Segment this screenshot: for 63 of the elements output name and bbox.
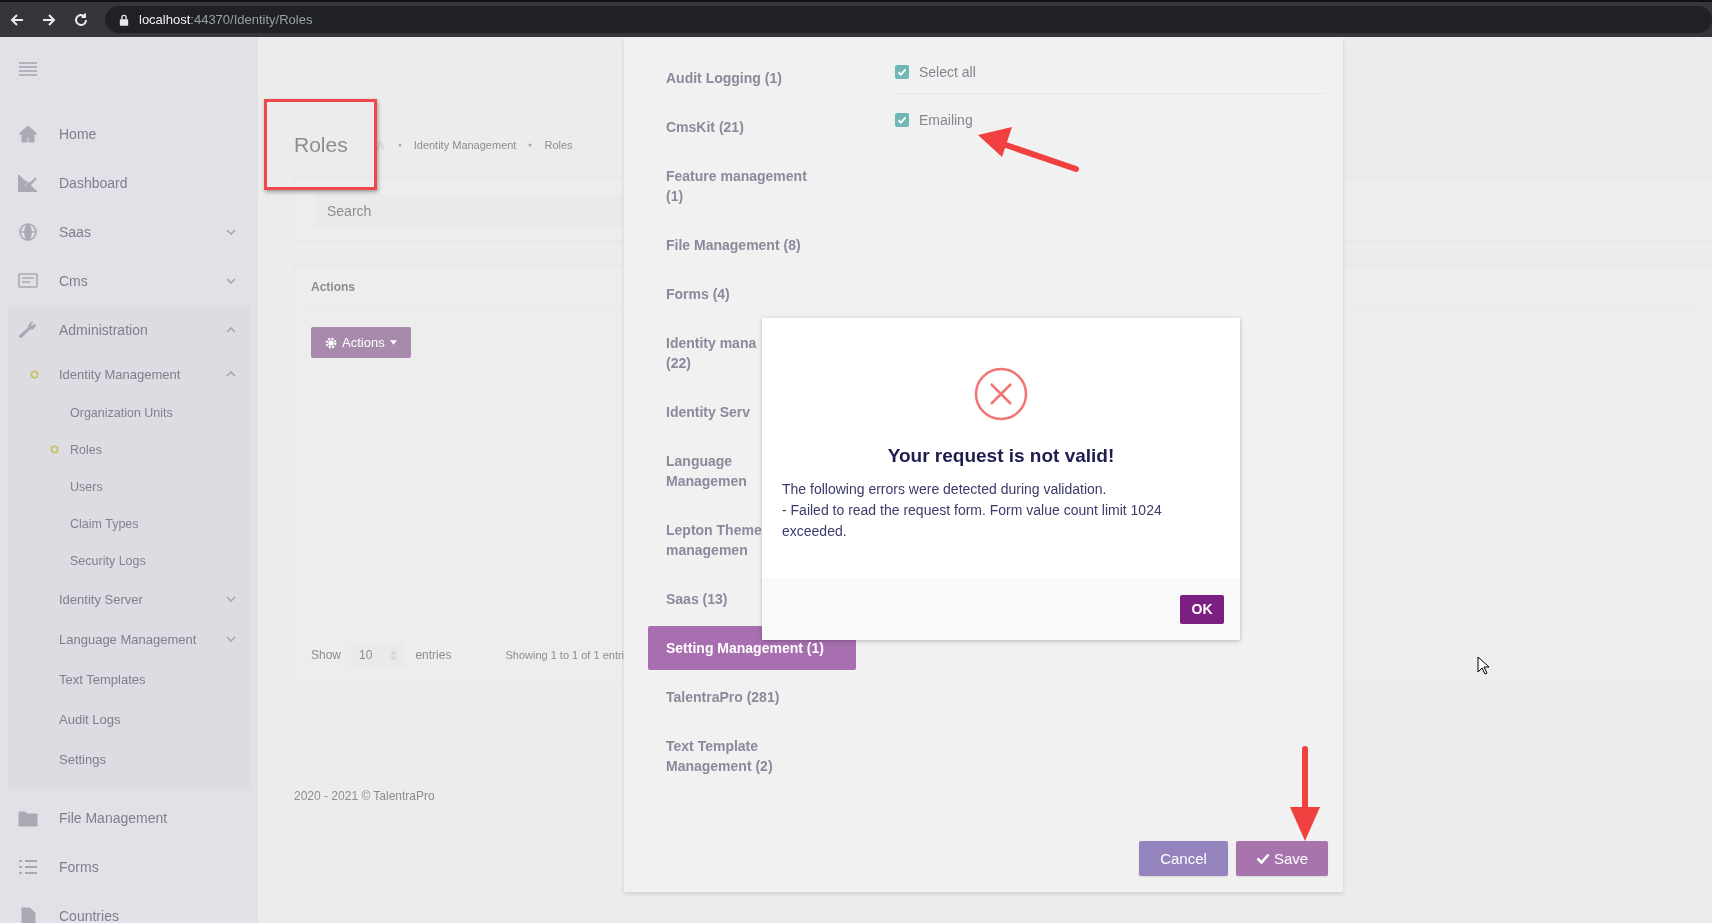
wrench-icon xyxy=(18,320,38,339)
sidebar-item[interactable]: File Management xyxy=(8,793,250,842)
permission-group-tab[interactable]: CmsKit (21) xyxy=(648,105,856,149)
permission-group-tab[interactable]: TalentraPro (281) xyxy=(648,675,856,719)
sidebar-item[interactable]: Organization Units xyxy=(8,394,250,431)
sidebar-item[interactable]: Roles xyxy=(8,431,250,468)
sidebar-item[interactable]: Cms xyxy=(8,256,250,305)
url-text: localhost:44370/Identity/Roles xyxy=(139,12,313,27)
sidebar-item[interactable]: Settings xyxy=(8,739,250,779)
checkbox[interactable] xyxy=(895,65,909,79)
folder-icon xyxy=(18,808,38,827)
permission-group-tab[interactable]: Audit Logging (1) xyxy=(648,56,856,100)
sidebar-item[interactable]: Claim Types xyxy=(8,505,250,542)
entries-label: entries xyxy=(415,648,452,662)
gear-icon xyxy=(325,336,337,349)
checkbox[interactable] xyxy=(895,113,909,127)
back-icon[interactable] xyxy=(9,11,25,28)
sidebar-item[interactable]: Forms xyxy=(8,842,250,891)
monitor-icon xyxy=(18,271,38,290)
file-icon xyxy=(18,906,38,923)
page-title: Roles xyxy=(294,133,348,157)
sidebar-item[interactable]: Audit Logs xyxy=(8,699,250,739)
breadcrumb-link[interactable]: Identity Management xyxy=(413,139,517,151)
error-message: The following errors were detected during validation. xyxy=(782,480,1108,499)
sidebar-item[interactable]: Text Templates xyxy=(8,659,250,699)
home-icon xyxy=(18,124,38,143)
cursor-icon xyxy=(1477,656,1489,675)
breadcrumb-link[interactable]: Roles xyxy=(544,139,573,151)
caret-icon xyxy=(389,340,397,345)
sidebar-item[interactable]: Saas xyxy=(8,207,250,256)
show-label: Show xyxy=(311,648,342,662)
sidebar-item[interactable]: Language Management xyxy=(8,619,250,659)
globe-icon xyxy=(18,222,38,241)
sidebar-item[interactable]: Identity Management xyxy=(8,354,250,394)
cancel-button[interactable]: Cancel xyxy=(1139,841,1228,876)
sidebar-item[interactable]: Administration xyxy=(8,305,250,354)
save-button[interactable]: Save xyxy=(1236,841,1328,876)
checkmark-icon xyxy=(896,114,908,126)
check-icon xyxy=(1255,853,1270,864)
checkmark-icon xyxy=(896,66,908,78)
error-icon xyxy=(974,367,1028,421)
menu-icon[interactable] xyxy=(19,62,37,76)
lock-icon xyxy=(119,13,129,26)
entries-summary: Showing 1 to 1 of 1 entri xyxy=(505,649,625,661)
sidebar-item[interactable]: Dashboard xyxy=(8,158,250,207)
reload-icon[interactable] xyxy=(73,11,89,28)
ok-button[interactable]: OK xyxy=(1180,594,1224,624)
sidebar-item[interactable]: Countries xyxy=(8,891,250,923)
copyright-text: 2020 - 2021 © TalentraPro xyxy=(294,789,436,803)
dialog-title: Your request is not valid! xyxy=(887,445,1115,467)
checkbox-label: Select all xyxy=(919,64,976,80)
checkbox-label: Emailing xyxy=(919,112,973,128)
forward-icon[interactable] xyxy=(41,11,57,28)
list-icon xyxy=(18,857,38,876)
actions-button[interactable]: Actions xyxy=(311,327,411,358)
sidebar-item[interactable]: Security Logs xyxy=(8,542,250,579)
permission-group-tab[interactable]: Text Template Management (2) xyxy=(648,724,856,788)
error-message: - Failed to read the request form. Form value count limit 1024 exceeded. xyxy=(782,501,1163,541)
sidebar-item[interactable]: Home xyxy=(8,109,250,158)
chart-icon xyxy=(18,173,38,192)
sidebar-item[interactable]: Identity Server xyxy=(8,579,250,619)
address-bar[interactable]: localhost:44370/Identity/Roles xyxy=(105,6,1712,33)
sidebar-item[interactable]: Users xyxy=(8,468,250,505)
